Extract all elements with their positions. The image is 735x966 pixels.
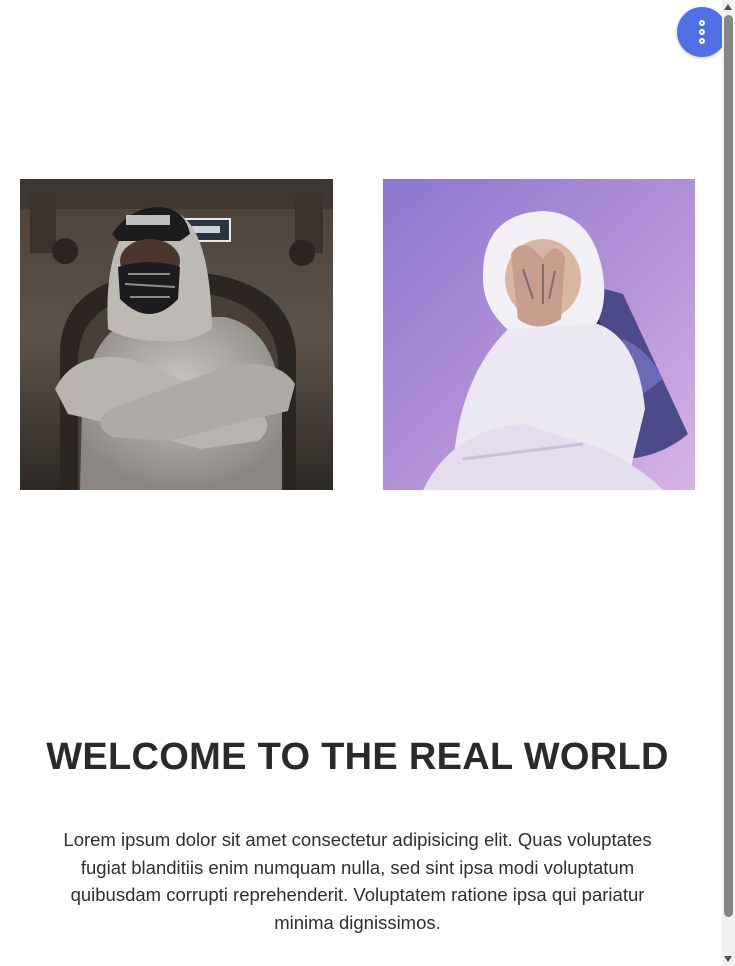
more-vertical-icon-dot [699, 29, 705, 35]
gallery-image-2 [383, 179, 695, 490]
more-vertical-icon [699, 20, 705, 26]
scrollbar-thumb[interactable] [724, 15, 733, 917]
more-options-button[interactable] [677, 7, 727, 57]
scroll-down-arrow-icon[interactable] [724, 956, 732, 962]
more-vertical-icon-dot [699, 38, 705, 44]
scroll-up-arrow-icon[interactable] [724, 4, 732, 10]
hero-title: WELCOME TO THE REAL WORLD [46, 736, 669, 778]
vertical-scrollbar[interactable] [722, 0, 735, 966]
gallery-image-1-graphic [20, 179, 333, 490]
gallery-image-2-graphic [383, 179, 695, 490]
gallery-image-1 [20, 179, 333, 490]
hero-description: Lorem ipsum dolor sit amet consectetur a… [63, 829, 652, 933]
page: WELCOME TO THE REAL WORLD Lorem ipsum do… [0, 0, 735, 966]
